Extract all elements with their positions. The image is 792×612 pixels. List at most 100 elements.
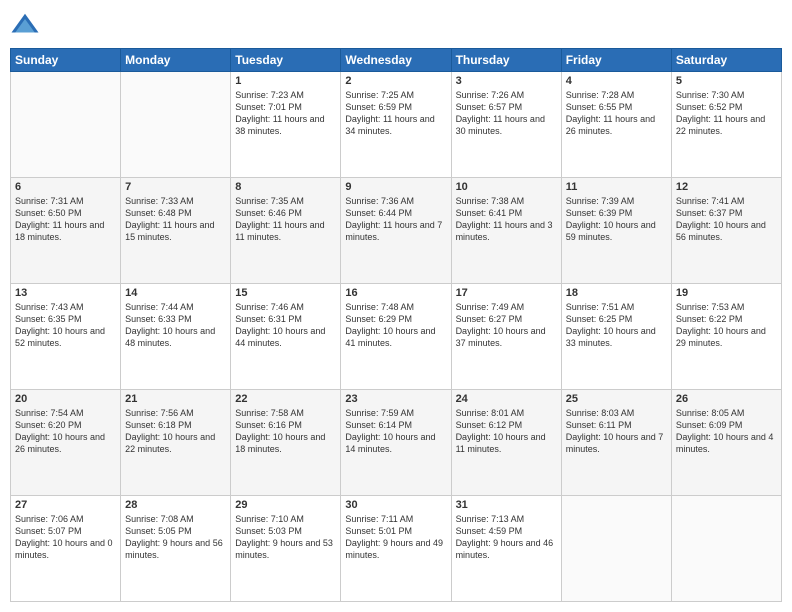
calendar-cell: 13 Sunrise: 7:43 AM Sunset: 6:35 PM Dayli… — [11, 284, 121, 390]
day-info: Sunrise: 7:23 AM Sunset: 7:01 PM Dayligh… — [235, 89, 336, 138]
calendar-cell: 10 Sunrise: 7:38 AM Sunset: 6:41 PM Dayli… — [451, 178, 561, 284]
day-number: 25 — [566, 393, 667, 405]
day-number: 18 — [566, 287, 667, 299]
day-info: Sunrise: 8:05 AM Sunset: 6:09 PM Dayligh… — [676, 407, 777, 456]
day-number: 6 — [15, 181, 116, 193]
calendar-cell: 25 Sunrise: 8:03 AM Sunset: 6:11 PM Dayli… — [561, 390, 671, 496]
calendar-cell: 16Sunrise: 7:48 AM Sunset: 6:29 PM Dayli… — [341, 284, 451, 390]
day-number: 13 — [15, 287, 116, 299]
day-info: Sunrise: 7:39 AM Sunset: 6:39 PM Dayligh… — [566, 195, 667, 244]
calendar-cell: 19 Sunrise: 7:53 AM Sunset: 6:22 PM Dayli… — [671, 284, 781, 390]
calendar-table: SundayMondayTuesdayWednesdayThursdayFrid… — [10, 48, 782, 602]
day-number: 28 — [125, 499, 226, 511]
calendar-cell: 12Sunrise: 7:41 AM Sunset: 6:37 PM Dayli… — [671, 178, 781, 284]
weekday-header-monday: Monday — [121, 49, 231, 72]
calendar-cell: 9 Sunrise: 7:36 AM Sunset: 6:44 PM Daylig… — [341, 178, 451, 284]
day-number: 15 — [235, 287, 336, 299]
calendar-cell: 3 Sunrise: 7:26 AM Sunset: 6:57 PM Daylig… — [451, 72, 561, 178]
day-info: Sunrise: 7:28 AM Sunset: 6:55 PM Dayligh… — [566, 89, 667, 138]
calendar-cell: 22 Sunrise: 7:58 AM Sunset: 6:16 PM Dayli… — [231, 390, 341, 496]
calendar-cell: 15 Sunrise: 7:46 AM Sunset: 6:31 PM Dayli… — [231, 284, 341, 390]
day-info: Sunrise: 7:58 AM Sunset: 6:16 PM Dayligh… — [235, 407, 336, 456]
day-info: Sunrise: 7:43 AM Sunset: 6:35 PM Dayligh… — [15, 301, 116, 350]
calendar-cell: 6 Sunrise: 7:31 AM Sunset: 6:50 PM Daylig… — [11, 178, 121, 284]
day-number: 27 — [15, 499, 116, 511]
day-info: Sunrise: 7:13 AM Sunset: 4:59 PM Dayligh… — [456, 513, 557, 562]
day-info: Sunrise: 7:08 AM Sunset: 5:05 PM Dayligh… — [125, 513, 226, 562]
week-row-2: 13 Sunrise: 7:43 AM Sunset: 6:35 PM Dayli… — [11, 284, 782, 390]
week-row-3: 20 Sunrise: 7:54 AM Sunset: 6:20 PM Dayli… — [11, 390, 782, 496]
calendar-cell: 14 Sunrise: 7:44 AM Sunset: 6:33 PM Dayli… — [121, 284, 231, 390]
day-number: 14 — [125, 287, 226, 299]
calendar-cell: 7 Sunrise: 7:33 AM Sunset: 6:48 PM Daylig… — [121, 178, 231, 284]
day-number: 9 — [345, 181, 446, 193]
week-row-1: 6 Sunrise: 7:31 AM Sunset: 6:50 PM Daylig… — [11, 178, 782, 284]
day-info: Sunrise: 7:54 AM Sunset: 6:20 PM Dayligh… — [15, 407, 116, 456]
day-info: Sunrise: 7:59 AM Sunset: 6:14 PM Dayligh… — [345, 407, 446, 456]
calendar-cell: 20 Sunrise: 7:54 AM Sunset: 6:20 PM Dayli… — [11, 390, 121, 496]
page: SundayMondayTuesdayWednesdayThursdayFrid… — [0, 0, 792, 612]
logo-icon — [10, 10, 40, 40]
weekday-header-friday: Friday — [561, 49, 671, 72]
weekday-header-saturday: Saturday — [671, 49, 781, 72]
calendar-cell: 21 Sunrise: 7:56 AM Sunset: 6:18 PM Dayli… — [121, 390, 231, 496]
calendar-cell — [11, 72, 121, 178]
header — [10, 10, 782, 40]
calendar-cell: 26 Sunrise: 8:05 AM Sunset: 6:09 PM Dayli… — [671, 390, 781, 496]
weekday-header-sunday: Sunday — [11, 49, 121, 72]
day-info: Sunrise: 7:31 AM Sunset: 6:50 PM Dayligh… — [15, 195, 116, 244]
day-info: Sunrise: 7:38 AM Sunset: 6:41 PM Dayligh… — [456, 195, 557, 244]
calendar-cell: 23 Sunrise: 7:59 AM Sunset: 6:14 PM Dayli… — [341, 390, 451, 496]
day-number: 22 — [235, 393, 336, 405]
day-info: Sunrise: 7:48 AM Sunset: 6:29 PM Dayligh… — [345, 301, 446, 350]
calendar-cell: 5 Sunrise: 7:30 AM Sunset: 6:52 PM Daylig… — [671, 72, 781, 178]
day-number: 21 — [125, 393, 226, 405]
calendar-cell — [671, 496, 781, 602]
day-info: Sunrise: 7:06 AM Sunset: 5:07 PM Dayligh… — [15, 513, 116, 562]
day-info: Sunrise: 7:10 AM Sunset: 5:03 PM Dayligh… — [235, 513, 336, 562]
day-number: 23 — [345, 393, 446, 405]
day-number: 29 — [235, 499, 336, 511]
day-info: Sunrise: 7:36 AM Sunset: 6:44 PM Dayligh… — [345, 195, 446, 244]
calendar-cell — [561, 496, 671, 602]
weekday-header-wednesday: Wednesday — [341, 49, 451, 72]
day-number: 26 — [676, 393, 777, 405]
day-number: 7 — [125, 181, 226, 193]
day-number: 11 — [566, 181, 667, 193]
day-info: Sunrise: 7:53 AM Sunset: 6:22 PM Dayligh… — [676, 301, 777, 350]
week-row-4: 27 Sunrise: 7:06 AM Sunset: 5:07 PM Dayli… — [11, 496, 782, 602]
day-info: Sunrise: 8:01 AM Sunset: 6:12 PM Dayligh… — [456, 407, 557, 456]
day-number: 3 — [456, 75, 557, 87]
day-info: Sunrise: 7:35 AM Sunset: 6:46 PM Dayligh… — [235, 195, 336, 244]
day-number: 19 — [676, 287, 777, 299]
calendar-cell: 4Sunrise: 7:28 AM Sunset: 6:55 PM Daylig… — [561, 72, 671, 178]
calendar-header-row: SundayMondayTuesdayWednesdayThursdayFrid… — [11, 49, 782, 72]
calendar-cell: 18Sunrise: 7:51 AM Sunset: 6:25 PM Dayli… — [561, 284, 671, 390]
calendar-cell: 28 Sunrise: 7:08 AM Sunset: 5:05 PM Dayli… — [121, 496, 231, 602]
weekday-header-tuesday: Tuesday — [231, 49, 341, 72]
day-number: 20 — [15, 393, 116, 405]
logo — [10, 10, 44, 40]
calendar-cell: 2Sunrise: 7:25 AM Sunset: 6:59 PM Daylig… — [341, 72, 451, 178]
day-info: Sunrise: 8:03 AM Sunset: 6:11 PM Dayligh… — [566, 407, 667, 456]
calendar-cell: 31Sunrise: 7:13 AM Sunset: 4:59 PM Dayli… — [451, 496, 561, 602]
day-info: Sunrise: 7:26 AM Sunset: 6:57 PM Dayligh… — [456, 89, 557, 138]
day-number: 5 — [676, 75, 777, 87]
day-number: 10 — [456, 181, 557, 193]
day-number: 1 — [235, 75, 336, 87]
week-row-0: 1 Sunrise: 7:23 AM Sunset: 7:01 PM Daylig… — [11, 72, 782, 178]
calendar-cell: 17Sunrise: 7:49 AM Sunset: 6:27 PM Dayli… — [451, 284, 561, 390]
calendar-cell: 11 Sunrise: 7:39 AM Sunset: 6:39 PM Dayli… — [561, 178, 671, 284]
day-info: Sunrise: 7:44 AM Sunset: 6:33 PM Dayligh… — [125, 301, 226, 350]
day-info: Sunrise: 7:33 AM Sunset: 6:48 PM Dayligh… — [125, 195, 226, 244]
day-info: Sunrise: 7:46 AM Sunset: 6:31 PM Dayligh… — [235, 301, 336, 350]
day-info: Sunrise: 7:11 AM Sunset: 5:01 PM Dayligh… — [345, 513, 446, 562]
day-info: Sunrise: 7:30 AM Sunset: 6:52 PM Dayligh… — [676, 89, 777, 138]
day-number: 24 — [456, 393, 557, 405]
day-number: 12 — [676, 181, 777, 193]
calendar-cell: 8Sunrise: 7:35 AM Sunset: 6:46 PM Daylig… — [231, 178, 341, 284]
day-info: Sunrise: 7:56 AM Sunset: 6:18 PM Dayligh… — [125, 407, 226, 456]
calendar-cell: 27 Sunrise: 7:06 AM Sunset: 5:07 PM Dayli… — [11, 496, 121, 602]
calendar-cell: 24 Sunrise: 8:01 AM Sunset: 6:12 PM Dayli… — [451, 390, 561, 496]
calendar-cell: 30Sunrise: 7:11 AM Sunset: 5:01 PM Dayli… — [341, 496, 451, 602]
